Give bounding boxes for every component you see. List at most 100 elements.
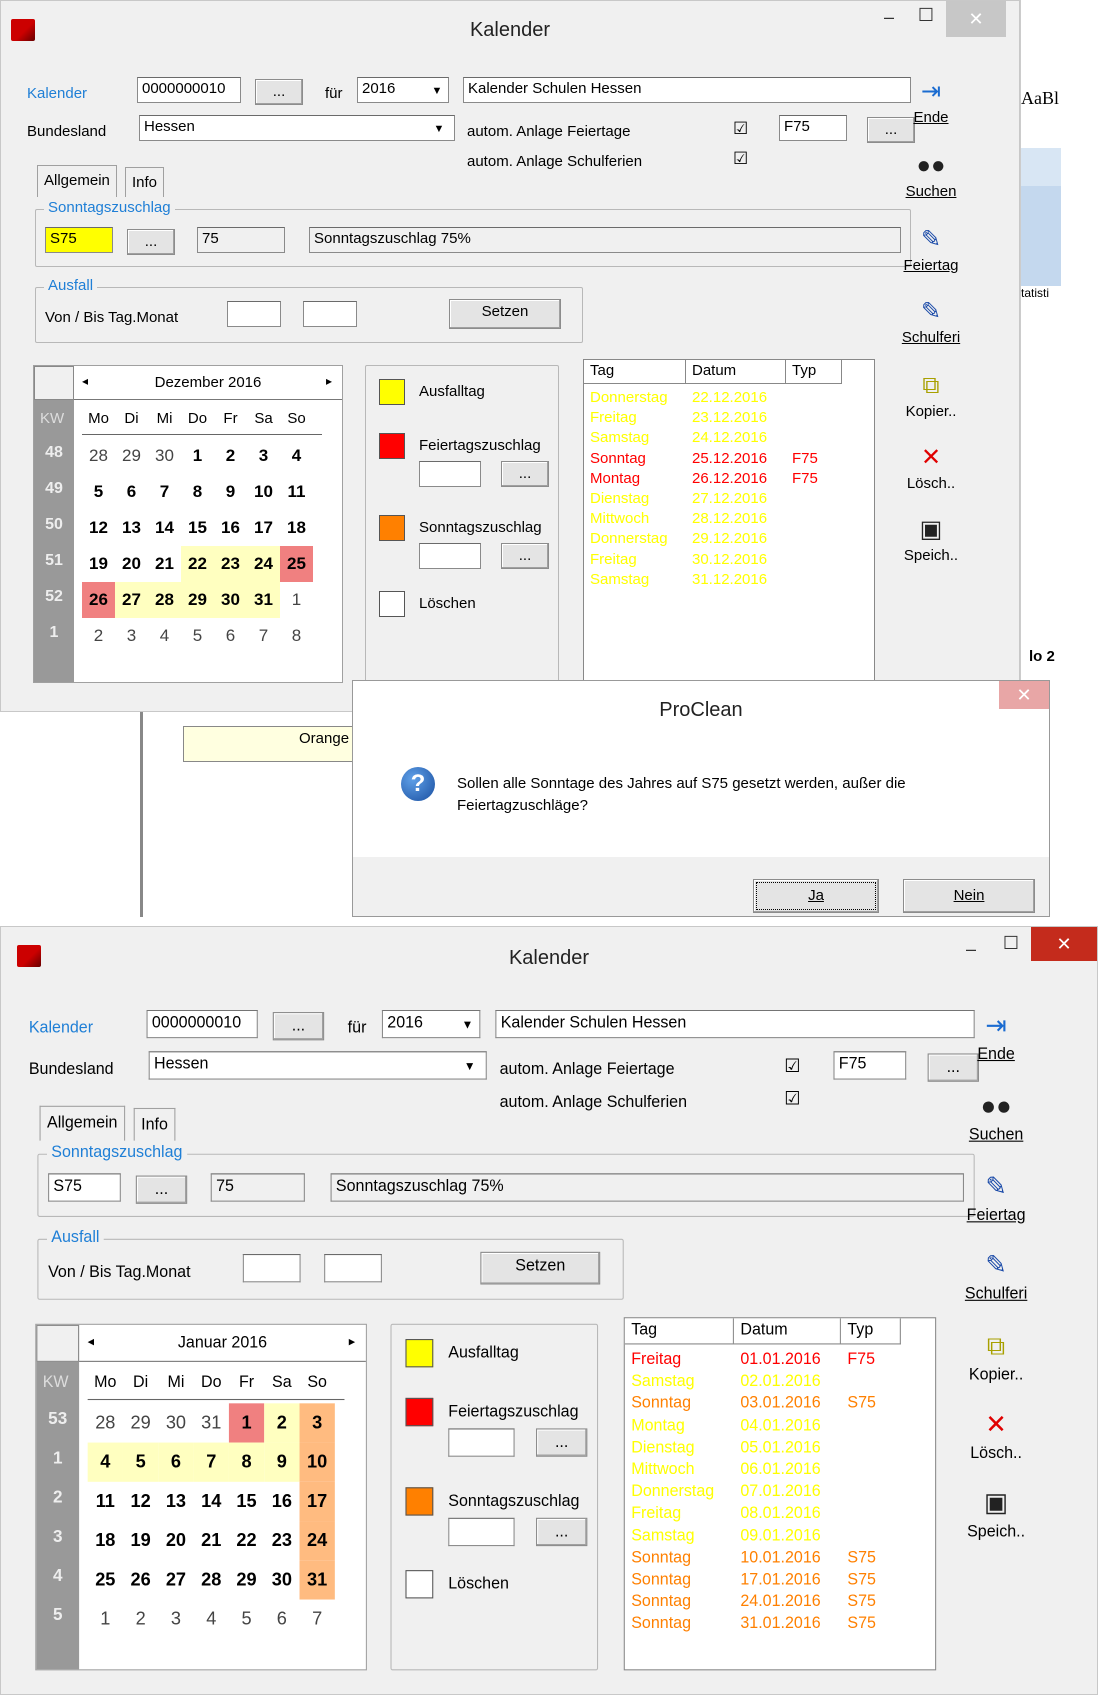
list-row[interactable]: Sonntag 17.01.2016 S75: [625, 1569, 935, 1591]
list-row[interactable]: Freitag 01.01.2016 F75: [625, 1349, 935, 1371]
chevron-down-icon[interactable]: ▼: [427, 85, 447, 97]
calendar-day[interactable]: 6: [115, 474, 148, 510]
calendar-day[interactable]: 2: [214, 438, 247, 474]
tab-info[interactable]: Info: [133, 1107, 176, 1141]
calendar-day[interactable]: 1: [228, 1403, 265, 1443]
calendar-day[interactable]: 17: [247, 510, 280, 546]
calendar-day[interactable]: 1: [181, 438, 214, 474]
sonntag-code-input[interactable]: [448, 1517, 515, 1547]
calendar-day[interactable]: 31: [299, 1560, 335, 1600]
toolbar-button-speichern[interactable]: ▣ Speich..: [953, 1487, 1039, 1540]
sonntag-code-field[interactable]: S75: [45, 227, 113, 253]
sonntag-color-browse-button[interactable]: ...: [501, 543, 549, 569]
calendar-day[interactable]: 1: [280, 582, 313, 618]
toolbar-button-schulferien[interactable]: ✎ Schulferi: [891, 297, 971, 346]
calendar-day[interactable]: 29: [229, 1560, 264, 1599]
list-column-header[interactable]: Datum: [733, 1318, 841, 1345]
list-row[interactable]: Sonntag 25.12.2016 F75: [584, 449, 874, 469]
calendar-day[interactable]: 5: [82, 474, 115, 510]
calendar-day[interactable]: 23: [214, 546, 247, 582]
sonntag-browse-button[interactable]: ...: [135, 1175, 188, 1204]
calendar-day[interactable]: 7: [247, 618, 280, 654]
list-row[interactable]: Samstag 02.01.2016: [625, 1371, 935, 1393]
loeschen-color[interactable]: [379, 591, 405, 617]
calendar-day[interactable]: 9: [214, 474, 247, 510]
calendar-day[interactable]: 23: [264, 1521, 299, 1560]
calendar-day[interactable]: 1: [88, 1600, 123, 1639]
feiertag-browse-button[interactable]: ...: [536, 1428, 588, 1457]
calendar-day[interactable]: 28: [194, 1560, 229, 1599]
von-field[interactable]: [242, 1254, 301, 1283]
feiertag-color[interactable]: [379, 433, 405, 459]
toolbar-button-loeschen[interactable]: ✕ Lösch..: [953, 1409, 1039, 1462]
calendar-day[interactable]: 7: [148, 474, 181, 510]
calendar-day[interactable]: 21: [148, 546, 181, 582]
maximize-icon[interactable]: ☐: [996, 933, 1026, 954]
calendar-day[interactable]: 22: [229, 1521, 264, 1560]
feiertag-color[interactable]: [405, 1397, 434, 1427]
list-row[interactable]: Freitag 23.12.2016: [584, 408, 874, 428]
calendar-day[interactable]: 29: [123, 1403, 158, 1442]
no-button[interactable]: Nein: [903, 879, 1035, 913]
yes-button[interactable]: Ja: [753, 879, 879, 913]
feiertage-code-field[interactable]: F75: [779, 115, 847, 141]
list-row[interactable]: Donnerstag 22.12.2016: [584, 388, 874, 408]
bis-field[interactable]: [324, 1254, 382, 1283]
toolbar-button-schulferien[interactable]: ✎ Schulferi: [953, 1250, 1039, 1303]
calendar-day[interactable]: 8: [181, 474, 214, 510]
schulferien-checkbox[interactable]: ☑: [784, 1088, 800, 1110]
minimize-icon[interactable]: ‒: [874, 7, 904, 28]
kalender-name-field[interactable]: Kalender Schulen Hessen: [463, 77, 911, 103]
calendar-day[interactable]: 19: [123, 1521, 158, 1560]
calendar-day[interactable]: 20: [158, 1521, 193, 1560]
calendar-day[interactable]: 5: [122, 1442, 159, 1482]
calendar-day[interactable]: 4: [194, 1600, 229, 1639]
list-row[interactable]: Sonntag 31.01.2016 S75: [625, 1613, 935, 1635]
feiertage-checkbox[interactable]: ☑: [784, 1056, 800, 1078]
list-column-header[interactable]: Datum: [686, 360, 786, 384]
bis-field[interactable]: [303, 301, 357, 327]
calendar-day[interactable]: 7: [193, 1442, 229, 1482]
calendar-day[interactable]: 31: [194, 1403, 229, 1442]
feiertage-checkbox[interactable]: ☑: [733, 119, 748, 139]
title-bar[interactable]: Kalender ‒ ☐ ✕: [1, 1, 1019, 57]
title-bar[interactable]: Kalender ‒ ☐ ✕: [1, 927, 1097, 983]
toolbar-button-kopieren[interactable]: ⧉ Kopier..: [953, 1330, 1039, 1383]
kalender-browse-button[interactable]: ...: [255, 79, 303, 105]
calendar-day[interactable]: 8: [228, 1442, 265, 1482]
kalender-number-field[interactable]: 0000000010: [146, 1009, 258, 1039]
ausfalltag-color[interactable]: [405, 1339, 434, 1368]
calendar-day[interactable]: 11: [88, 1482, 123, 1521]
chevron-down-icon[interactable]: ▼: [459, 1060, 480, 1073]
list-column-header[interactable]: Typ: [840, 1318, 901, 1345]
toolbar-button-suchen[interactable]: ●● Suchen: [891, 151, 971, 200]
calendar-day[interactable]: 11: [280, 474, 313, 510]
sonntag-code-field[interactable]: S75: [48, 1173, 121, 1202]
list-row[interactable]: Freitag 30.12.2016: [584, 550, 874, 570]
toolbar-button-kopieren[interactable]: ⧉ Kopier..: [891, 371, 971, 420]
list-row[interactable]: Samstag 24.12.2016: [584, 428, 874, 448]
toolbar-button-feiertag[interactable]: ✎ Feiertag: [891, 225, 971, 274]
list-row[interactable]: Montag 04.01.2016: [625, 1415, 935, 1437]
close-icon[interactable]: ✕: [1031, 927, 1097, 961]
calendar-day[interactable]: 3: [115, 618, 148, 654]
calendar-day[interactable]: 20: [115, 546, 148, 582]
calendar-day[interactable]: 3: [158, 1600, 193, 1639]
calendar-day[interactable]: 30: [148, 438, 181, 474]
chevron-down-icon[interactable]: ▼: [429, 123, 449, 135]
setzen-button[interactable]: Setzen: [449, 299, 561, 329]
calendar-day[interactable]: 4: [87, 1442, 123, 1482]
calendar-day[interactable]: 6: [214, 618, 247, 654]
loeschen-color[interactable]: [405, 1570, 434, 1599]
sonntag-color-browse-button[interactable]: ...: [536, 1517, 588, 1547]
calendar-day[interactable]: 14: [194, 1482, 229, 1521]
close-icon[interactable]: ✕: [999, 681, 1049, 709]
list-row[interactable]: Montag 26.12.2016 F75: [584, 469, 874, 489]
kalender-name-field[interactable]: Kalender Schulen Hessen: [495, 1009, 975, 1039]
list-row[interactable]: Sonntag 10.01.2016 S75: [625, 1547, 935, 1569]
sonntag-color[interactable]: [405, 1487, 434, 1516]
calendar-day[interactable]: 27: [115, 582, 148, 618]
calendar-day[interactable]: 12: [82, 510, 115, 546]
calendar-day[interactable]: 6: [158, 1442, 194, 1482]
list-row[interactable]: Donnerstag 29.12.2016: [584, 529, 874, 549]
